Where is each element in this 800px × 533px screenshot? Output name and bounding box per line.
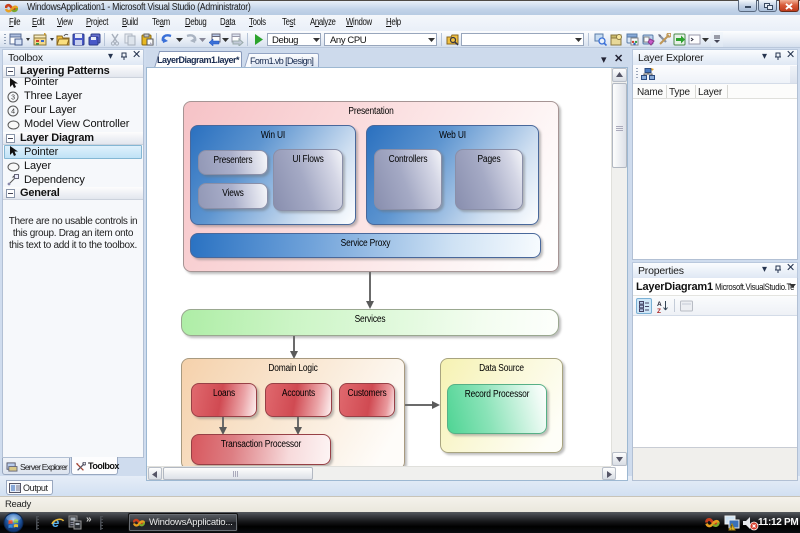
svg-text:!: !	[731, 526, 733, 532]
svg-text:3: 3	[11, 95, 15, 102]
svg-text:A: A	[657, 301, 662, 308]
svg-text:Z: Z	[657, 308, 661, 313]
svg-text:4: 4	[11, 109, 15, 116]
